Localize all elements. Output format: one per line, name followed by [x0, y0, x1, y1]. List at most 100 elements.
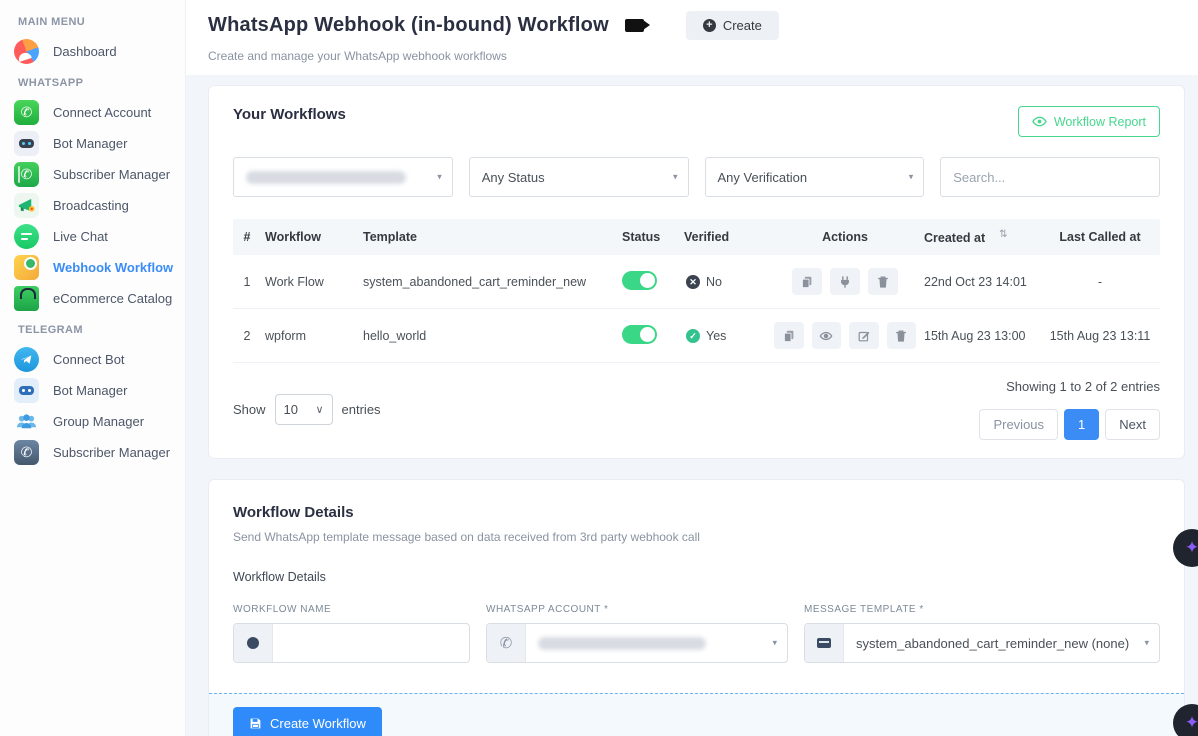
row-template-name: system_abandoned_cart_reminder_new: [359, 275, 618, 289]
plug-action-button[interactable]: [830, 268, 860, 295]
row-template-name: hello_world: [359, 329, 618, 343]
telegram-icon: [14, 347, 39, 372]
copy-icon: [782, 329, 796, 343]
row-workflow-name: Work Flow: [261, 275, 359, 289]
entries-label: entries: [342, 402, 381, 417]
contact-book-icon: ✆: [14, 440, 39, 465]
delete-action-button[interactable]: [868, 268, 898, 295]
workflows-card-title: Your Workflows: [233, 106, 346, 123]
sidebar-item-broadcasting[interactable]: Broadcasting: [0, 190, 185, 221]
save-icon: [249, 717, 262, 730]
status-toggle[interactable]: [622, 325, 657, 344]
col-header-verified[interactable]: Verified: [680, 230, 770, 244]
col-header-workflow[interactable]: Workflow: [261, 230, 359, 244]
col-header-actions[interactable]: Actions: [770, 230, 920, 244]
eye-icon: [819, 329, 833, 343]
sidebar-item-label: Subscriber Manager: [53, 445, 170, 460]
sidebar-item-bot-manager-wa[interactable]: Bot Manager: [0, 128, 185, 159]
sidebar-item-label: Webhook Workflow: [53, 260, 173, 275]
sort-icon[interactable]: ⇅: [999, 229, 1007, 240]
page-1-button[interactable]: 1: [1064, 409, 1099, 440]
page-header: WhatsApp Webhook (in-bound) Workflow + C…: [186, 0, 1198, 75]
sidebar: MAIN MENU Dashboard WHATSAPP ✆ Connect A…: [0, 0, 186, 736]
col-header-last-called[interactable]: Last Called at: [1040, 230, 1160, 244]
contact-book-icon: ✆: [14, 162, 39, 187]
sidebar-item-connect-account[interactable]: ✆ Connect Account: [0, 97, 185, 128]
sidebar-item-subscriber-manager-tg[interactable]: ✆ Subscriber Manager: [0, 437, 185, 468]
eye-icon: [1032, 114, 1047, 129]
table-header-row: # Workflow Template Status Verified Acti…: [233, 219, 1160, 255]
create-button[interactable]: + Create: [686, 11, 779, 40]
workflow-name-input[interactable]: [273, 624, 469, 662]
view-action-button[interactable]: [812, 322, 842, 349]
shopping-bag-icon: [14, 286, 39, 311]
sidebar-item-bot-manager-tg[interactable]: Bot Manager: [0, 375, 185, 406]
verified-value: Yes: [706, 329, 726, 343]
row-num: 2: [233, 329, 261, 343]
entries-select[interactable]: 10 ∨: [275, 394, 333, 425]
verification-filter-select[interactable]: Any Verification ▾: [705, 157, 925, 197]
row-last-called-at: -: [1040, 275, 1160, 289]
caret-down-icon: ▾: [437, 172, 442, 183]
whatsapp-outline-icon: ✆: [487, 624, 526, 662]
search-input[interactable]: [940, 157, 1160, 197]
previous-page-button[interactable]: Previous: [979, 409, 1058, 440]
plug-icon: [838, 275, 852, 289]
workflow-report-label: Workflow Report: [1054, 115, 1146, 129]
copy-icon: [800, 275, 814, 289]
col-header-created-at[interactable]: Created at⇅: [920, 229, 1040, 245]
col-header-template[interactable]: Template: [359, 230, 618, 244]
sidebar-item-label: Group Manager: [53, 414, 144, 429]
sparkle-icon: ✦: [1185, 538, 1198, 558]
sidebar-item-label: Connect Bot: [53, 352, 125, 367]
details-card-subtitle: Send WhatsApp template message based on …: [233, 530, 1160, 544]
workflow-details-card: Workflow Details Send WhatsApp template …: [208, 479, 1185, 736]
whatsapp-account-select[interactable]: ✆ ▾: [486, 623, 788, 663]
status-filter-select[interactable]: Any Status ▾: [469, 157, 689, 197]
caret-down-icon: ▾: [772, 638, 777, 649]
sidebar-item-label: Live Chat: [53, 229, 108, 244]
verification-filter-value: Any Verification: [718, 170, 808, 185]
workflow-report-button[interactable]: Workflow Report: [1018, 106, 1160, 137]
copy-action-button[interactable]: [774, 322, 804, 349]
sidebar-item-label: Bot Manager: [53, 383, 127, 398]
sidebar-item-dashboard[interactable]: Dashboard: [0, 36, 185, 67]
workflows-table: # Workflow Template Status Verified Acti…: [233, 219, 1160, 363]
sidebar-item-label: eCommerce Catalog: [53, 291, 172, 306]
sidebar-item-connect-bot[interactable]: Connect Bot: [0, 344, 185, 375]
caret-down-icon: ▾: [909, 172, 914, 183]
robot-icon: [14, 378, 39, 403]
sidebar-item-ecommerce-catalog[interactable]: eCommerce Catalog: [0, 283, 185, 314]
sidebar-item-group-manager[interactable]: Group Manager: [0, 406, 185, 437]
create-workflow-button[interactable]: Create Workflow: [233, 707, 382, 736]
sidebar-item-label: Broadcasting: [53, 198, 129, 213]
create-workflow-label: Create Workflow: [270, 716, 366, 731]
next-page-button[interactable]: Next: [1105, 409, 1160, 440]
status-toggle[interactable]: [622, 271, 657, 290]
delete-action-button[interactable]: [887, 322, 917, 349]
details-card-footer: Create Workflow: [209, 693, 1184, 736]
show-label: Show: [233, 402, 266, 417]
message-template-select[interactable]: system_abandoned_cart_reminder_new (none…: [804, 623, 1160, 663]
copy-action-button[interactable]: [792, 268, 822, 295]
row-last-called-at: 15th Aug 23 13:11: [1040, 329, 1160, 343]
col-header-num[interactable]: #: [233, 230, 261, 244]
row-created-at: 22nd Oct 23 14:01: [920, 275, 1040, 289]
main-content: WhatsApp Webhook (in-bound) Workflow + C…: [186, 0, 1198, 736]
sidebar-item-webhook-workflow[interactable]: Webhook Workflow: [0, 252, 185, 283]
verified-value: No: [706, 275, 722, 289]
sidebar-item-label: Connect Account: [53, 105, 151, 120]
col-header-status[interactable]: Status: [618, 230, 680, 244]
account-filter-select[interactable]: ▾: [233, 157, 453, 197]
video-camera-icon[interactable]: [625, 19, 644, 32]
plus-circle-icon: +: [703, 19, 716, 32]
edit-action-button[interactable]: [849, 322, 879, 349]
sidebar-item-subscriber-manager-wa[interactable]: ✆ Subscriber Manager: [0, 159, 185, 190]
sidebar-section-main-menu: MAIN MENU: [0, 6, 185, 36]
workflow-name-label: WORKFLOW NAME: [233, 604, 470, 615]
pen-dot-icon: [234, 624, 273, 662]
pagination-summary: Showing 1 to 2 of 2 entries: [979, 379, 1160, 394]
pagination: Previous 1 Next: [979, 409, 1160, 440]
sidebar-item-label: Dashboard: [53, 44, 117, 59]
sidebar-item-live-chat[interactable]: Live Chat: [0, 221, 185, 252]
